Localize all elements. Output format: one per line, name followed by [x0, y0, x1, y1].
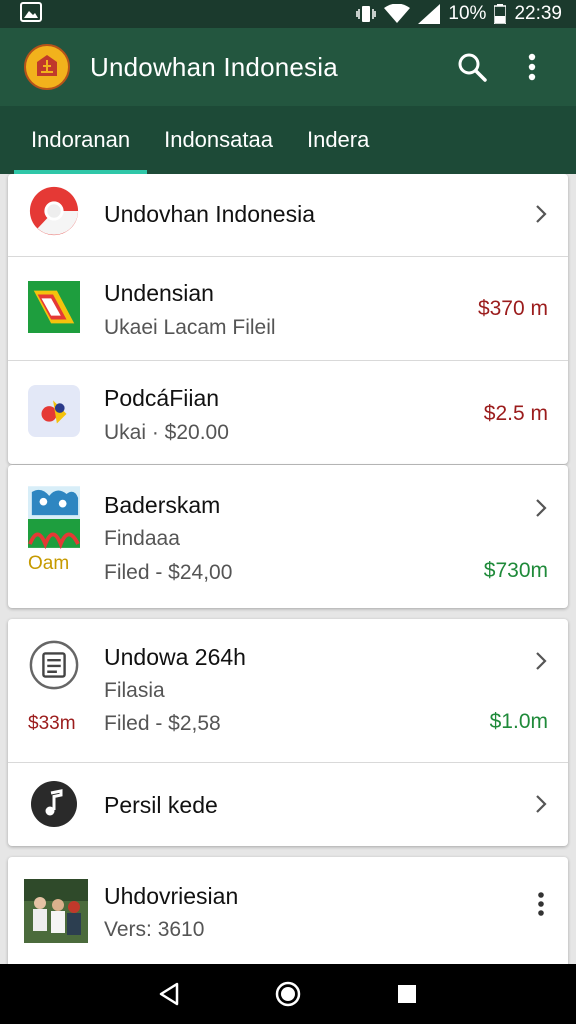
item-subtitle: Ukaei Lacam Fileil	[104, 316, 276, 339]
search-button[interactable]	[450, 45, 494, 89]
chrome-icon	[28, 185, 80, 237]
battery-icon	[494, 4, 507, 24]
search-icon	[458, 53, 487, 82]
list-item[interactable]: Undensian Ukaei Lacam Fileil $370 m	[8, 257, 568, 361]
back-triangle-icon	[160, 982, 179, 1006]
status-bar: 10% 22:39	[0, 0, 576, 28]
more-vert-icon[interactable]	[536, 891, 546, 917]
list-item[interactable]: $33m Undowa 264h Filasia Filed - $2,58 $…	[8, 619, 568, 761]
chevron-right-icon	[536, 499, 547, 517]
list-item[interactable]: Uhdovriesian Vers: 3610	[8, 857, 568, 964]
recents-square-icon	[397, 985, 416, 1003]
item-title: Persil kede	[104, 792, 218, 818]
item-title: Uhdovriesian	[104, 883, 239, 909]
list-item[interactable]: Persil kede	[8, 763, 568, 846]
music-note-icon	[28, 778, 80, 830]
item-badge: Oam	[28, 553, 70, 574]
item-price: $730m	[483, 559, 548, 582]
item-subtitle: Findaaa	[104, 527, 180, 550]
item-price: $2.5 m	[483, 402, 548, 425]
item-subtitle: Vers: 3610	[104, 918, 205, 941]
wifi-icon	[384, 4, 411, 24]
item-title: Undensian	[104, 280, 214, 306]
slides-icon	[28, 281, 80, 333]
document-icon	[28, 639, 80, 691]
recents-button[interactable]	[385, 972, 429, 1016]
batik-pattern-icon	[28, 485, 80, 553]
list-item[interactable]: PodcáFiian Ukai · $20.00 $2.5 m	[8, 361, 568, 464]
tab-indera[interactable]: Indera	[290, 106, 386, 174]
tab-indoranan[interactable]: Indoranan	[14, 106, 148, 174]
chevron-right-icon	[536, 205, 547, 223]
item-title: PodcáFiian	[104, 385, 220, 411]
app-bar: Undowhan Indonesia	[0, 28, 576, 106]
card-group-4: Uhdovriesian Vers: 3610	[8, 857, 568, 964]
item-title: Undovhan Indonesia	[104, 201, 315, 227]
podcast-icon	[28, 385, 80, 437]
more-vert-icon	[528, 53, 536, 81]
gallery-notification-icon	[20, 1, 42, 27]
item-title: Undowa 264h	[104, 644, 246, 670]
list-item[interactable]: Oam Baderskam Findaaa Filed - $24,00 $73…	[8, 465, 568, 608]
photo-thumbnail	[24, 879, 88, 943]
home-button[interactable]	[266, 972, 310, 1016]
overflow-menu-button[interactable]	[510, 45, 554, 89]
chevron-right-icon	[536, 795, 547, 813]
card-group-1: Undovhan Indonesia Undensian Ukaei Lacam…	[8, 174, 568, 464]
item-price: $1.0m	[489, 710, 548, 733]
clock: 22:39	[514, 3, 562, 24]
emblem-icon[interactable]	[24, 44, 70, 90]
card-group-3: $33m Undowa 264h Filasia Filed - $2,58 $…	[8, 619, 568, 846]
back-button[interactable]	[147, 972, 191, 1016]
battery-percent: 10%	[448, 3, 487, 24]
item-badge: $33m	[28, 713, 76, 734]
signal-icon	[418, 4, 441, 24]
item-title: Baderskam	[104, 492, 221, 518]
card-group-2: Oam Baderskam Findaaa Filed - $24,00 $73…	[8, 465, 568, 608]
tab-indonsataa[interactable]: Indonsataa	[147, 106, 290, 174]
item-subtitle: Filasia	[104, 679, 165, 702]
list-item[interactable]: Undovhan Indonesia	[8, 174, 568, 256]
vibrate-icon	[356, 4, 377, 24]
item-subtitle: Ukai · $20.00	[104, 421, 229, 444]
content-list: Undovhan Indonesia Undensian Ukaei Lacam…	[0, 174, 576, 964]
home-circle-icon	[275, 981, 301, 1007]
navigation-bar	[0, 964, 576, 1024]
item-filed: Filed - $24,00	[104, 561, 233, 584]
item-price: $370 m	[477, 297, 548, 320]
tab-bar: Indoranan Indonsataa Indera	[0, 106, 576, 174]
app-title: Undowhan Indonesia	[90, 51, 338, 82]
item-filed: Filed - $2,58	[104, 712, 221, 735]
chevron-right-icon	[536, 652, 547, 670]
